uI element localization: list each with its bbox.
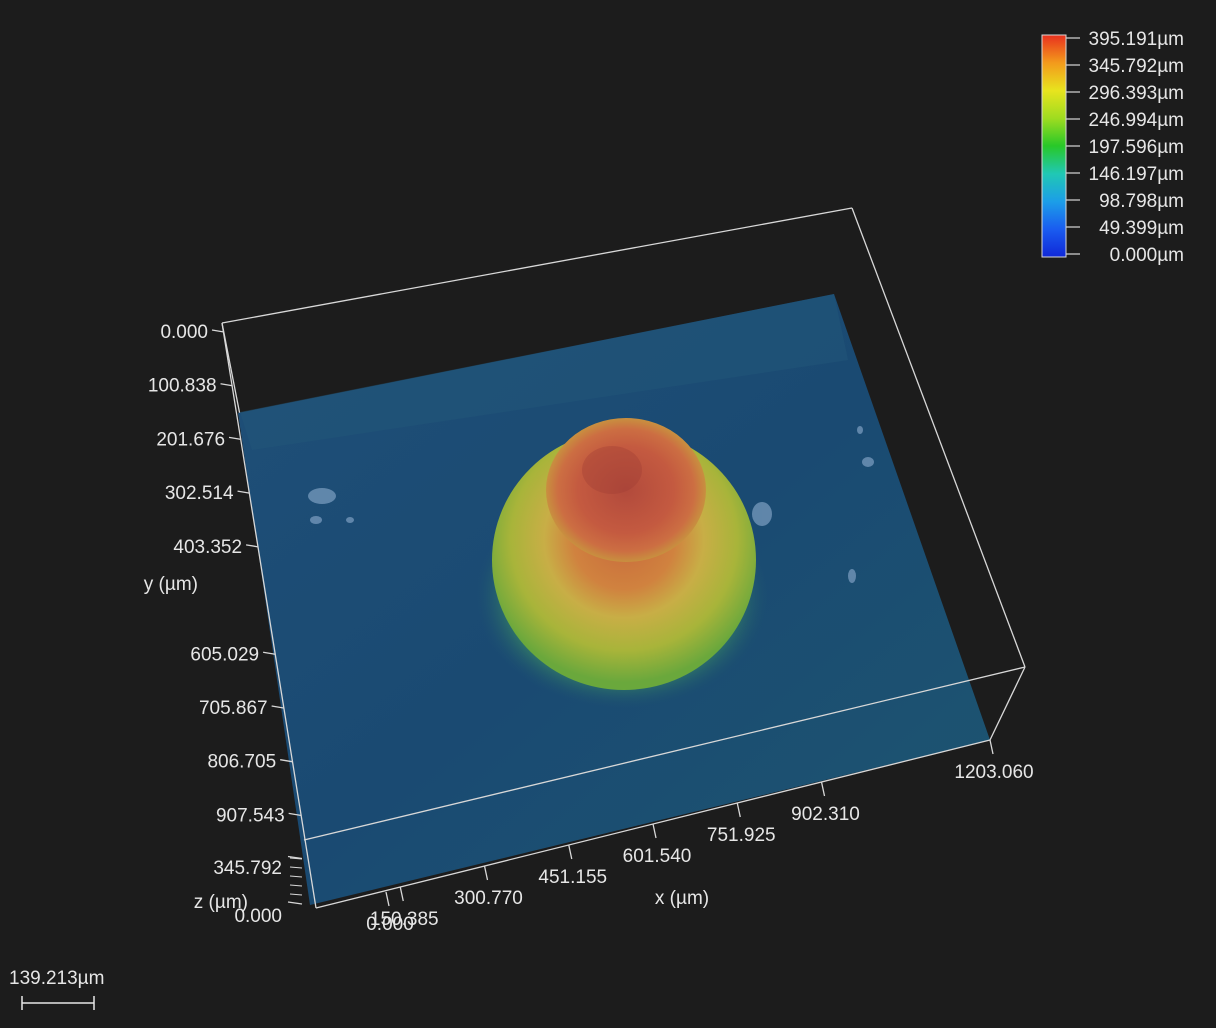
z-axis-label: z (µm) [194, 892, 248, 913]
x-tick-mark [989, 739, 994, 755]
x-tick-label: 601.540 [623, 846, 692, 867]
z-minor-tick [289, 884, 303, 887]
y-tick-label: 907.543 [216, 805, 285, 826]
y-tick-label: 302.514 [165, 483, 234, 504]
legend-label: 146.197µm [1089, 164, 1184, 185]
z-tick-label: 345.792 [213, 858, 282, 879]
y-tick-label: 201.676 [156, 429, 225, 450]
color-scale-bar [1041, 34, 1067, 258]
x-tick-label: 751.925 [707, 825, 776, 846]
y-tick-label: 100.838 [148, 376, 217, 397]
legend-label: 49.399µm [1099, 218, 1184, 239]
x-axis-label: x (µm) [655, 888, 709, 909]
y-tick-mark [220, 383, 233, 387]
legend-label: 345.792µm [1089, 56, 1184, 77]
y-tick-mark [211, 329, 225, 333]
y-tick-label: 403.352 [173, 537, 242, 558]
x-tick-mark [568, 844, 573, 860]
legend-label: 98.798µm [1099, 191, 1184, 212]
legend-label: 0.000µm [1110, 245, 1184, 266]
chart-canvas: 0.000 100.838 201.676 302.514 403.352 605.029… [21, 29, 1184, 1010]
x-tick-label: 150.385 [370, 909, 439, 930]
z-minor-tick [289, 866, 303, 869]
scale-bar [21, 996, 95, 1010]
z-tick-mark [287, 901, 303, 905]
x-tick-mark [736, 802, 741, 818]
scale-bar-label: 139.213µm [9, 968, 105, 989]
legend-label: 197.596µm [1089, 137, 1184, 158]
legend-layer: 395.191µm 345.792µm 296.393µm 246.994µm 197.… [1066, 29, 1184, 266]
legend-label: 395.191µm [1089, 29, 1184, 50]
y-tick-label: 0.000 [160, 322, 208, 343]
y-tick-label: 806.705 [207, 752, 276, 773]
y-tick-label: 705.867 [199, 698, 268, 719]
z-minor-tick [289, 875, 303, 878]
y-tick-mark [228, 436, 242, 441]
x-tick-label: 1203.060 [954, 762, 1033, 783]
x-tick-mark [483, 865, 489, 881]
z-minor-tick [289, 893, 303, 896]
x-tick-label: 451.155 [538, 867, 607, 888]
y-axis-label: y (µm) [144, 574, 198, 595]
x-tick-mark [652, 823, 657, 839]
x-tick-mark [820, 781, 826, 797]
y-tick-mark [245, 544, 259, 548]
y-tick-mark [237, 490, 250, 494]
legend-label: 246.994µm [1089, 110, 1184, 131]
x-tick-mark [399, 886, 404, 902]
legend-label: 296.393µm [1089, 83, 1184, 104]
y-tick-label: 605.029 [190, 644, 259, 665]
x-tick-label: 902.310 [791, 804, 860, 825]
x-tick-label: 300.770 [454, 888, 523, 909]
x-tick-mark [385, 891, 390, 907]
